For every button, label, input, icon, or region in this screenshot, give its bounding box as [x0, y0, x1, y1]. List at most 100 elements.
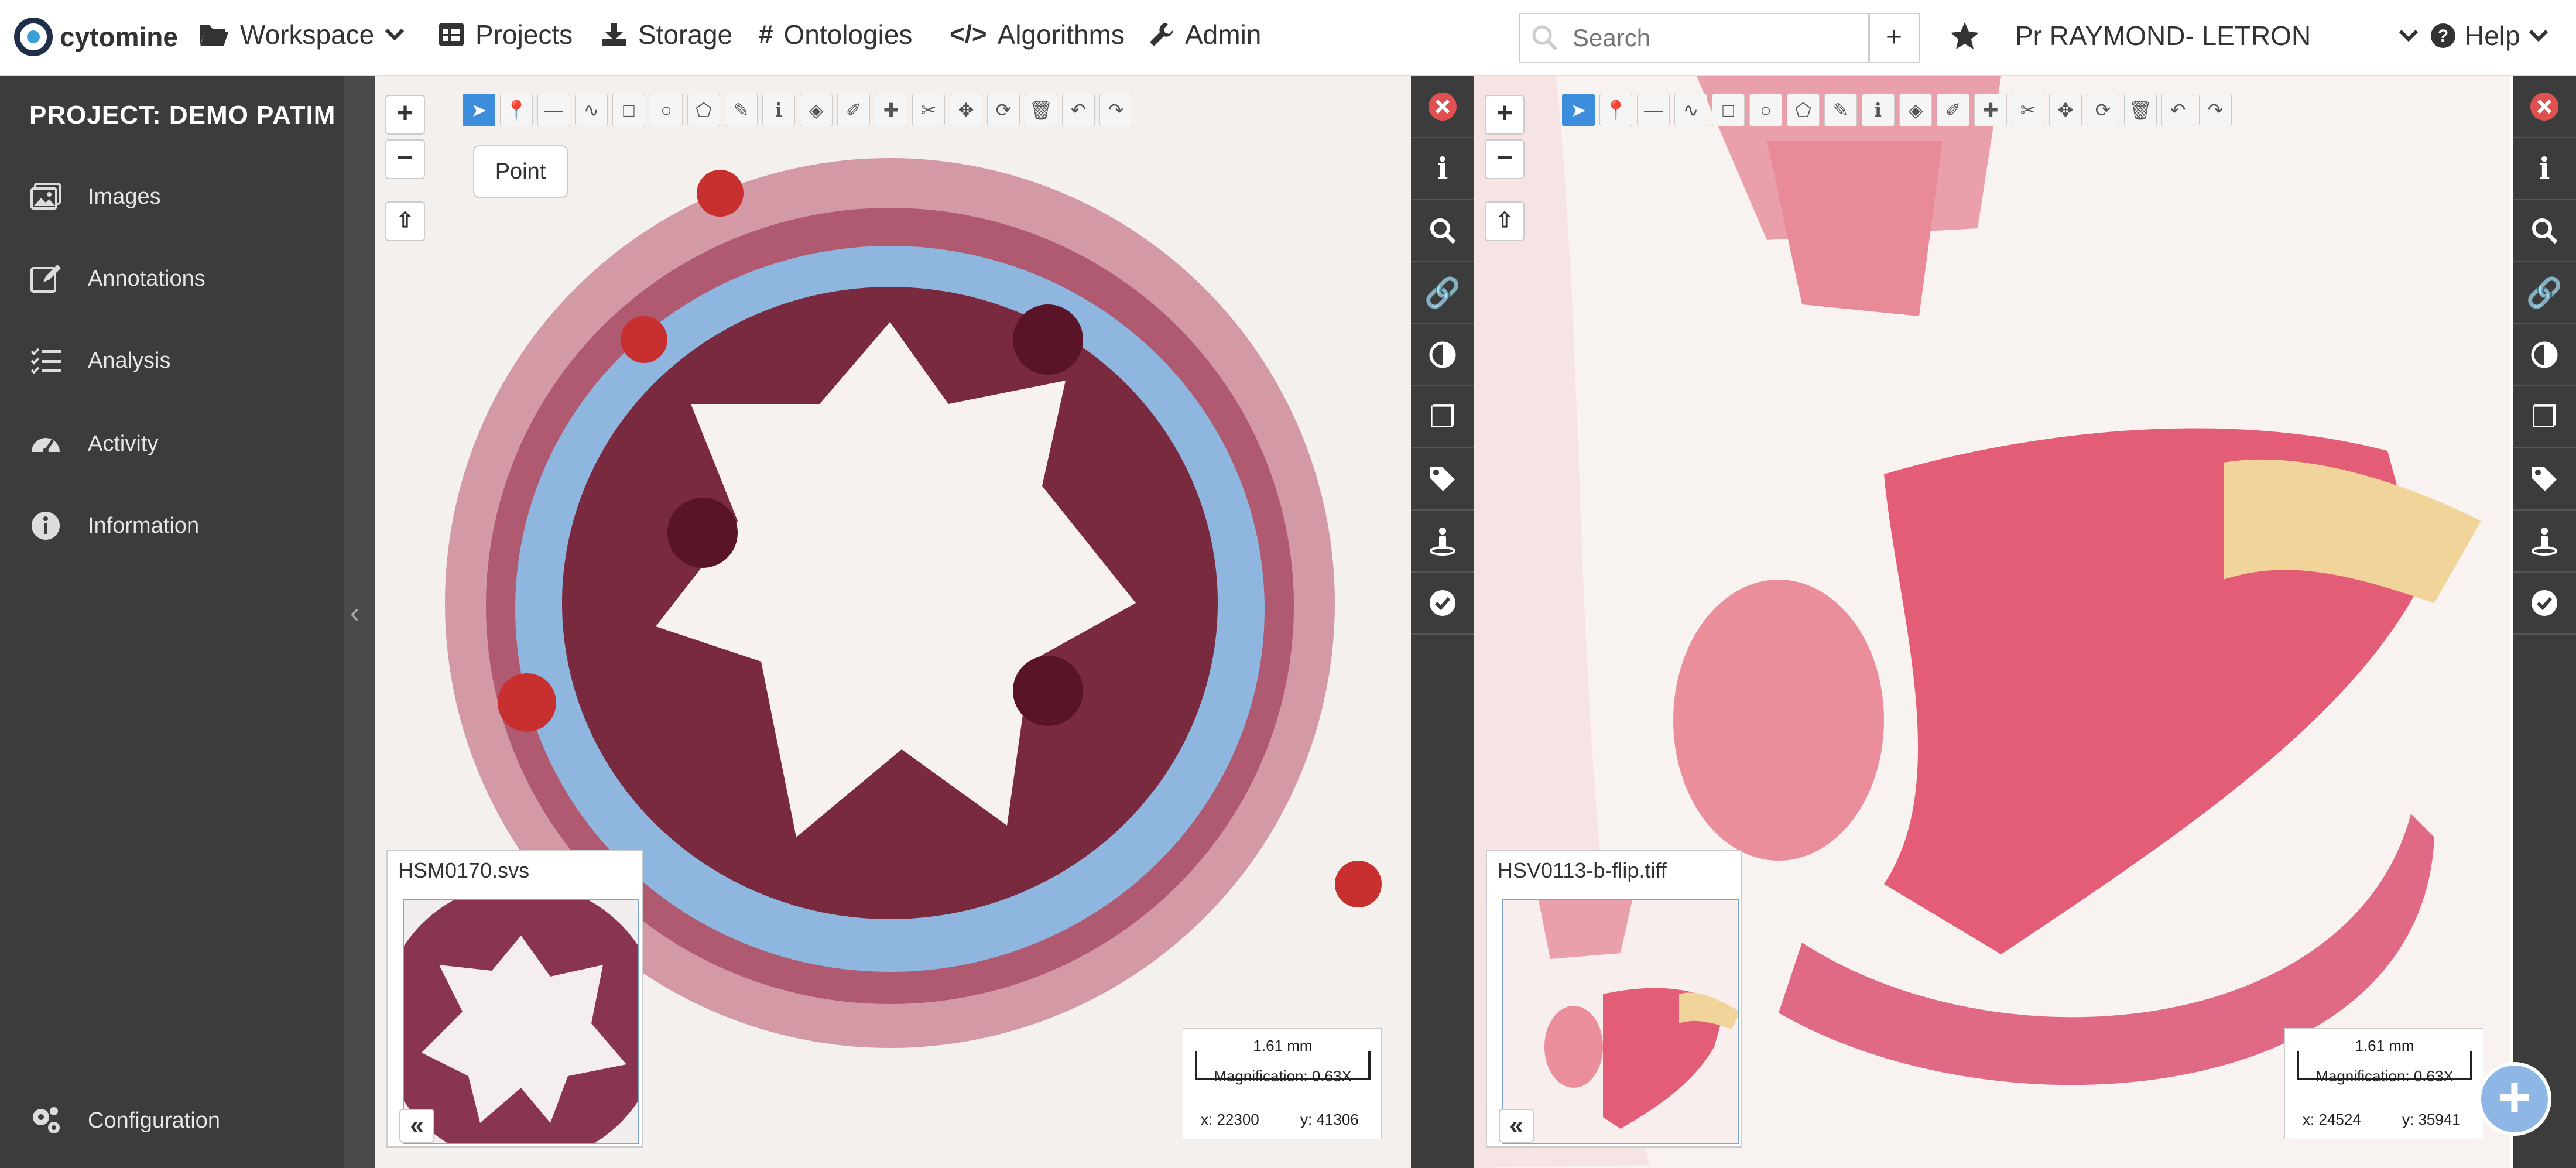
freehand-line-tool-button[interactable]: ∿	[575, 94, 608, 126]
correct-add-tool-button[interactable]: ✚	[875, 94, 907, 126]
info-tool-button[interactable]: ℹ	[762, 94, 795, 126]
correct-remove-tool-button[interactable]: ✂	[2012, 94, 2044, 126]
correct-add-tool-button[interactable]: ✚	[1974, 94, 2007, 126]
polygon-tool-button[interactable]: ⬠	[687, 94, 720, 126]
edit-tool-button[interactable]: ✐	[1937, 94, 1969, 126]
select-tool-button[interactable]: ➤	[1562, 94, 1595, 126]
zoom-in-button[interactable]: +	[1485, 95, 1525, 135]
zoom-out-button[interactable]: −	[385, 139, 425, 179]
edit-tool-button[interactable]: ✐	[837, 94, 870, 126]
colors-panel-button[interactable]	[1411, 324, 1474, 386]
help-menu[interactable]: ? Help	[2430, 20, 2548, 52]
edit-icon	[30, 265, 61, 293]
circle-tool-button[interactable]: ○	[650, 94, 683, 126]
layers-panel-button[interactable]: ❐	[2513, 386, 2576, 448]
rectangle-tool-button[interactable]: □	[1712, 94, 1745, 126]
follow-panel-button[interactable]	[1411, 511, 1474, 573]
svg-text:?: ?	[2438, 26, 2448, 46]
close-viewer-button[interactable]	[1411, 76, 1474, 138]
add-image-button[interactable]: +	[2478, 1062, 2551, 1136]
overview-collapse-button[interactable]: «	[399, 1109, 434, 1143]
freehand-polygon-tool-button[interactable]: ✎	[725, 94, 758, 126]
link-panel-button[interactable]: 🔗	[1411, 262, 1474, 324]
nav-storage-label: Storage	[638, 19, 733, 50]
sidebar-item-images[interactable]: Images	[29, 180, 161, 213]
overview-thumbnail[interactable]	[403, 899, 639, 1144]
rotate-tool-button[interactable]: ⟳	[2087, 94, 2119, 126]
wrench-icon	[1150, 23, 1173, 46]
overview-map[interactable]: HSV0113-b-flip.tiff «	[1486, 850, 1742, 1148]
move-tool-button[interactable]: ✥	[950, 94, 982, 126]
freehand-polygon-tool-button[interactable]: ✎	[1824, 94, 1857, 126]
rotate-tool-button[interactable]: ⟳	[987, 94, 1020, 126]
colors-panel-button[interactable]	[2513, 324, 2576, 386]
line-tool-button[interactable]: —	[1637, 94, 1670, 126]
point-tool-button[interactable]: 📍	[500, 94, 533, 126]
search-input[interactable]	[1573, 24, 1854, 52]
project-title: PROJECT: DEMO PATIM	[29, 101, 336, 129]
overview-collapse-button[interactable]: «	[1499, 1109, 1534, 1143]
layers-panel-button[interactable]: ❐	[1411, 386, 1474, 448]
sidebar-item-configuration[interactable]: Configuration	[29, 1104, 220, 1137]
zoom-in-button[interactable]: +	[385, 95, 425, 135]
scale-line-panel: 1.61 mm Magnification: 0.63X x: 22300 y:…	[1183, 1028, 1382, 1139]
search-add-button[interactable]: +	[1868, 13, 1920, 63]
correct-remove-tool-button[interactable]: ✂	[912, 94, 945, 126]
select-tool-button[interactable]: ➤	[463, 94, 495, 126]
user-menu[interactable]: Pr RAYMOND- LETRON	[1950, 20, 2419, 52]
annotation-toolbar: ➤ 📍 — ∿ □ ○ ⬠ ✎ ℹ ◈ ✐ ✚ ✂ ✥ ⟳ 🗑 ↶ ↷	[1562, 94, 2232, 126]
point-tool-button[interactable]: 📍	[1599, 94, 1632, 126]
nav-projects[interactable]: Projects	[438, 19, 573, 50]
undo-button[interactable]: ↶	[2161, 94, 2194, 126]
redo-button[interactable]: ↷	[1099, 94, 1132, 126]
rotate-reset-button[interactable]: ⇧	[385, 201, 425, 241]
link-panel-button[interactable]: 🔗	[2513, 262, 2576, 324]
nav-storage[interactable]: Storage	[601, 19, 732, 50]
cytomine-logo[interactable]: cytomine	[14, 18, 178, 56]
move-tool-button[interactable]: ✥	[2049, 94, 2082, 126]
zoom-panel-button[interactable]	[2513, 200, 2576, 262]
info-tool-button[interactable]: ℹ	[1862, 94, 1895, 126]
follow-panel-button[interactable]	[2513, 511, 2576, 573]
fill-tool-button[interactable]: ◈	[800, 94, 833, 126]
delete-tool-button[interactable]: 🗑	[1025, 94, 1057, 126]
image-viewer-1[interactable]: ➤ 📍 — ∿ □ ○ ⬠ ✎ ℹ ◈ ✐ ✚ ✂ ✥ ⟳ 🗑 ↶ ↷ Poin…	[375, 76, 1411, 1168]
close-viewer-button[interactable]	[2513, 76, 2576, 138]
sidebar-item-information[interactable]: Information	[29, 509, 199, 542]
redo-button[interactable]: ↷	[2199, 94, 2232, 126]
undo-button[interactable]: ↶	[1062, 94, 1095, 126]
nav-algorithms[interactable]: </> Algorithms	[950, 19, 1125, 50]
tags-panel-button[interactable]	[1411, 448, 1474, 511]
nav-workspace[interactable]: Workspace	[199, 19, 405, 50]
sidebar-item-annotations[interactable]: Annotations	[29, 262, 205, 295]
image-viewer-2[interactable]: ➤ 📍 — ∿ □ ○ ⬠ ✎ ℹ ◈ ✐ ✚ ✂ ✥ ⟳ 🗑 ↶ ↷ + − …	[1474, 76, 2510, 1168]
review-panel-button[interactable]	[1411, 573, 1474, 635]
line-tool-button[interactable]: —	[537, 94, 570, 126]
scale-line-panel: 1.61 mm Magnification: 0.63X x: 24524 y:…	[2284, 1028, 2483, 1139]
overview-map[interactable]: HSM0170.svs «	[386, 850, 643, 1148]
rotate-reset-button[interactable]: ⇧	[1485, 201, 1525, 241]
help-label: Help	[2465, 20, 2520, 51]
review-panel-button[interactable]	[2513, 573, 2576, 635]
chevron-down-icon	[2529, 29, 2548, 42]
sidebar-collapse-toggle[interactable]: ‹	[344, 76, 375, 1168]
sidebar-item-activity[interactable]: Activity	[29, 427, 158, 460]
nav-workspace-label: Workspace	[240, 19, 375, 50]
sidebar-item-analysis[interactable]: Analysis	[29, 344, 171, 377]
rectangle-tool-button[interactable]: □	[612, 94, 645, 126]
freehand-line-tool-button[interactable]: ∿	[1674, 94, 1707, 126]
information-panel-button[interactable]: ℹ	[1411, 138, 1474, 200]
fill-tool-button[interactable]: ◈	[1899, 94, 1932, 126]
zoom-out-button[interactable]: −	[1485, 139, 1525, 179]
overview-thumbnail[interactable]	[1502, 899, 1739, 1144]
information-panel-button[interactable]: ℹ	[2513, 138, 2576, 200]
delete-tool-button[interactable]: 🗑	[2124, 94, 2157, 126]
circle-tool-button[interactable]: ○	[1749, 94, 1782, 126]
nav-ontologies[interactable]: # Ontologies	[759, 19, 912, 50]
nav-admin[interactable]: Admin	[1149, 19, 1261, 50]
sidebar-item-label: Information	[88, 513, 200, 538]
zoom-panel-button[interactable]	[1411, 200, 1474, 262]
polygon-tool-button[interactable]: ⬠	[1787, 94, 1820, 126]
tags-panel-button[interactable]	[2513, 448, 2576, 511]
sidebar-item-label: Analysis	[88, 348, 171, 373]
